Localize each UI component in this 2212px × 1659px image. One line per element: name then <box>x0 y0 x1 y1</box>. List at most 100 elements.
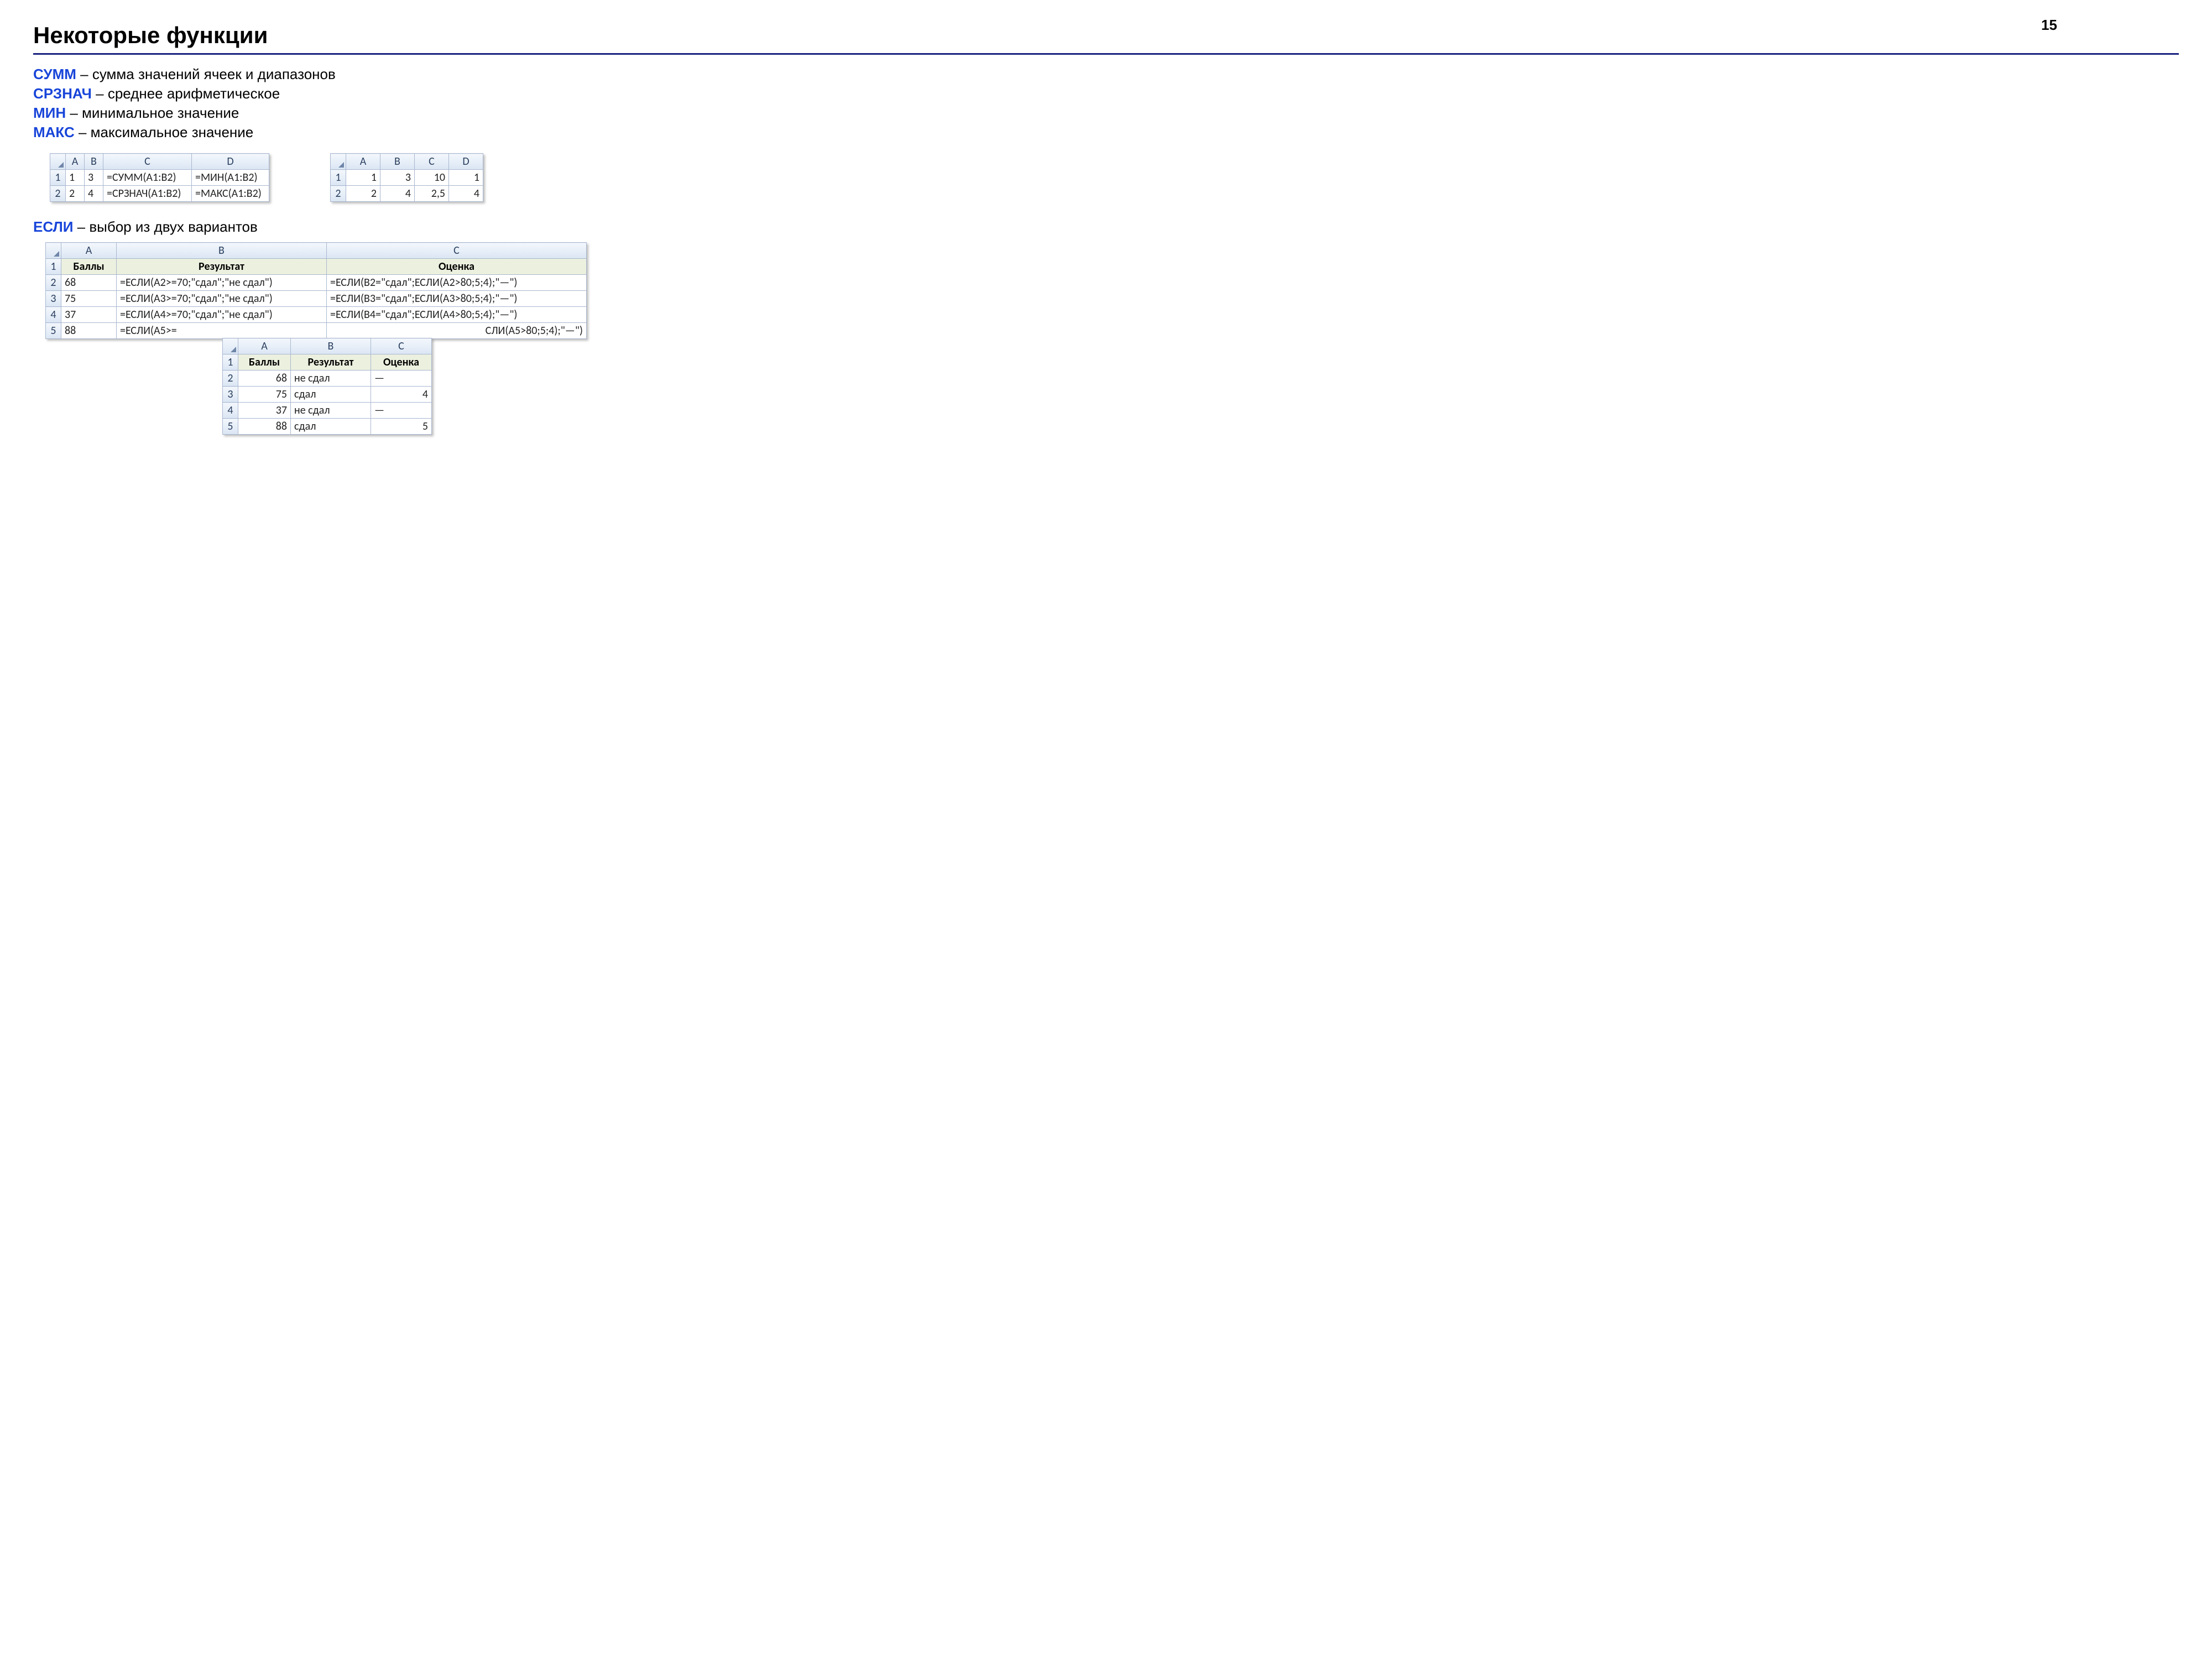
cell[interactable]: 10 <box>415 170 449 186</box>
col-header[interactable]: B <box>380 154 415 170</box>
table-row: 2 68 =ЕСЛИ(A2>=70;"сдал";"не сдал") =ЕСЛ… <box>46 275 587 291</box>
table-row: 1 1 3 =СУММ(A1:B2) =МИН(A1:B2) <box>50 170 269 186</box>
cell[interactable]: сдал <box>291 387 371 403</box>
cell[interactable]: 75 <box>61 291 117 307</box>
cell[interactable]: 4 <box>380 186 415 202</box>
if-section: ЕСЛИ – выбор из двух вариантов A B C 1 Б… <box>33 217 2179 339</box>
cell[interactable]: 4 <box>85 186 103 202</box>
row-header[interactable]: 1 <box>50 170 66 186</box>
sheet-if-formulas: A B C 1 Баллы Результат Оценка 2 68 =ЕСЛ… <box>45 242 587 339</box>
cell[interactable]: =МИН(A1:B2) <box>192 170 269 186</box>
cell[interactable]: 37 <box>238 403 291 419</box>
cell[interactable]: сдал <box>291 419 371 435</box>
cell[interactable]: Баллы <box>238 354 291 371</box>
table-row: 5 88 =ЕСЛИ(A5>= СЛИ(A5>80;5;4);"—") <box>46 323 587 339</box>
cell[interactable]: 88 <box>238 419 291 435</box>
cell[interactable]: 4 <box>371 387 432 403</box>
cell[interactable]: =ЕСЛИ(A3>=70;"сдал";"не сдал") <box>117 291 327 307</box>
cell[interactable]: — <box>371 403 432 419</box>
cell[interactable]: Оценка <box>327 259 587 275</box>
col-header[interactable]: A <box>61 243 117 259</box>
col-header[interactable]: C <box>103 154 192 170</box>
col-header[interactable]: A <box>238 338 291 354</box>
page-title: Некоторые функции <box>33 22 2179 49</box>
cell[interactable]: Баллы <box>61 259 117 275</box>
table-row: 1 Баллы Результат Оценка <box>223 354 432 371</box>
cell[interactable]: 37 <box>61 307 117 323</box>
cell[interactable]: 4 <box>449 186 483 202</box>
col-header[interactable]: D <box>192 154 269 170</box>
cell[interactable]: Результат <box>117 259 327 275</box>
cell[interactable]: 5 <box>371 419 432 435</box>
cell[interactable]: 3 <box>380 170 415 186</box>
table-row: 3 75 сдал 4 <box>223 387 432 403</box>
table-row: 5 88 сдал 5 <box>223 419 432 435</box>
tables-row-1: A B C D 1 1 3 =СУММ(A1:B2) =МИН(A1:B2) 2… <box>50 153 2179 202</box>
cell[interactable]: 1 <box>346 170 380 186</box>
row-header[interactable]: 1 <box>46 259 61 275</box>
row-header[interactable]: 2 <box>46 275 61 291</box>
cell[interactable]: 1 <box>449 170 483 186</box>
col-header[interactable]: C <box>327 243 587 259</box>
cell[interactable]: 75 <box>238 387 291 403</box>
select-all-corner[interactable] <box>46 243 61 259</box>
col-header[interactable]: B <box>291 338 371 354</box>
cell[interactable]: =ЕСЛИ(A2>=70;"сдал";"не сдал") <box>117 275 327 291</box>
cell[interactable]: =ЕСЛИ(A4>=70;"сдал";"не сдал") <box>117 307 327 323</box>
cell[interactable]: 2 <box>66 186 85 202</box>
col-header[interactable]: D <box>449 154 483 170</box>
row-header[interactable]: 3 <box>46 291 61 307</box>
page-number: 15 <box>2041 17 2057 34</box>
col-header[interactable]: C <box>371 338 432 354</box>
col-header[interactable]: B <box>85 154 103 170</box>
cell[interactable]: Результат <box>291 354 371 371</box>
cell[interactable]: 3 <box>85 170 103 186</box>
def-text: – максимальное значение <box>75 124 254 140</box>
cell[interactable]: =СУММ(A1:B2) <box>103 170 192 186</box>
table-row: 1 1 3 10 1 <box>331 170 483 186</box>
table-row: 2 2 4 2,5 4 <box>331 186 483 202</box>
col-header[interactable]: A <box>66 154 85 170</box>
sheet-formulas: A B C D 1 1 3 =СУММ(A1:B2) =МИН(A1:B2) 2… <box>50 153 269 202</box>
col-header[interactable]: B <box>117 243 327 259</box>
row-header[interactable]: 1 <box>223 354 238 371</box>
def-min: МИН – минимальное значение <box>33 103 2179 123</box>
cell[interactable]: не сдал <box>291 403 371 419</box>
cell[interactable]: 2,5 <box>415 186 449 202</box>
cell[interactable]: 68 <box>61 275 117 291</box>
col-header[interactable]: C <box>415 154 449 170</box>
definitions-block: СУММ – сумма значений ячеек и диапазонов… <box>33 65 2179 142</box>
cell[interactable]: 88 <box>61 323 117 339</box>
cell[interactable]: 68 <box>238 371 291 387</box>
row-header[interactable]: 2 <box>331 186 346 202</box>
row-header[interactable]: 2 <box>50 186 66 202</box>
sheet-if-results: A B C 1 Баллы Результат Оценка 2 68 не с… <box>222 338 432 435</box>
row-header[interactable]: 4 <box>223 403 238 419</box>
cell[interactable]: Оценка <box>371 354 432 371</box>
cell[interactable]: =СРЗНАЧ(A1:B2) <box>103 186 192 202</box>
cell[interactable]: =ЕСЛИ(A5>= <box>117 323 327 339</box>
row-header[interactable]: 4 <box>46 307 61 323</box>
cell[interactable]: =ЕСЛИ(B4="сдал";ЕСЛИ(A4>80;5;4);"—") <box>327 307 587 323</box>
row-header[interactable]: 2 <box>223 371 238 387</box>
cell[interactable]: =ЕСЛИ(B3="сдал";ЕСЛИ(A3>80;5;4);"—") <box>327 291 587 307</box>
def-avg: СРЗНАЧ – среднее арифметическое <box>33 84 2179 103</box>
row-header[interactable]: 5 <box>223 419 238 435</box>
row-header[interactable]: 1 <box>331 170 346 186</box>
cell[interactable]: =ЕСЛИ(B2="сдал";ЕСЛИ(A2>80;5;4);"—") <box>327 275 587 291</box>
select-all-corner[interactable] <box>223 338 238 354</box>
cell[interactable]: 1 <box>66 170 85 186</box>
kw: СРЗНАЧ <box>33 85 92 102</box>
cell[interactable]: =МАКС(A1:B2) <box>192 186 269 202</box>
cell[interactable]: 2 <box>346 186 380 202</box>
kw: МАКС <box>33 124 75 140</box>
cell[interactable]: — <box>371 371 432 387</box>
select-all-corner[interactable] <box>50 154 66 170</box>
cell[interactable]: не сдал <box>291 371 371 387</box>
select-all-corner[interactable] <box>331 154 346 170</box>
def-if: ЕСЛИ – выбор из двух вариантов <box>33 217 2179 237</box>
col-header[interactable]: A <box>346 154 380 170</box>
row-header[interactable]: 5 <box>46 323 61 339</box>
cell[interactable]: СЛИ(A5>80;5;4);"—") <box>327 323 587 339</box>
row-header[interactable]: 3 <box>223 387 238 403</box>
